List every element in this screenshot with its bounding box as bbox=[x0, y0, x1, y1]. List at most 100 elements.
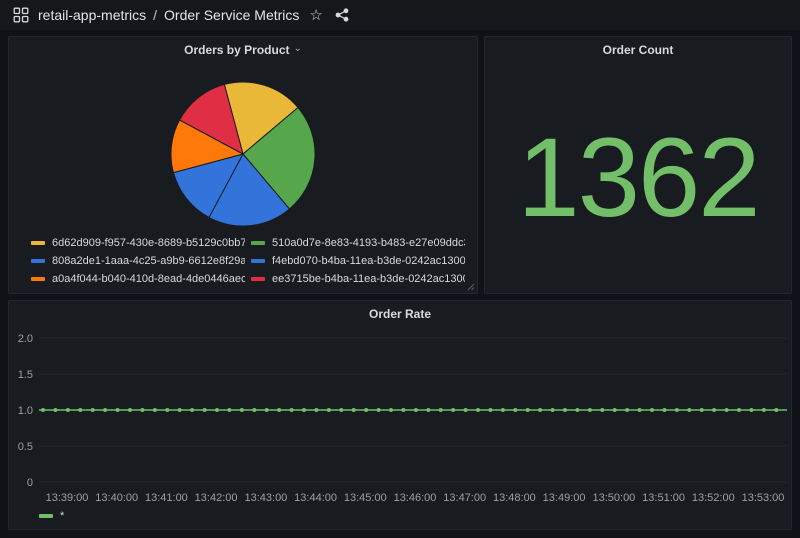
breadcrumb-dashboard-title[interactable]: Order Service Metrics bbox=[164, 7, 299, 23]
data-point bbox=[277, 408, 281, 412]
pie-legend-item[interactable]: f4ebd070-b4ba-11ea-b3de-0242ac130004 bbox=[251, 255, 465, 267]
x-axis-tick-label: 13:48:00 bbox=[493, 492, 536, 504]
data-point bbox=[563, 408, 567, 412]
data-point bbox=[91, 408, 95, 412]
data-point bbox=[352, 408, 356, 412]
data-point bbox=[476, 408, 480, 412]
data-point bbox=[240, 408, 244, 412]
data-point bbox=[53, 408, 57, 412]
pie-legend-item[interactable]: ee3715be-b4ba-11ea-b3de-0242ac130004 bbox=[251, 273, 465, 285]
data-point bbox=[103, 408, 107, 412]
data-point bbox=[588, 408, 592, 412]
data-point bbox=[762, 408, 766, 412]
star-icon[interactable]: ☆ bbox=[309, 8, 322, 23]
data-point bbox=[290, 408, 294, 412]
data-point bbox=[41, 408, 45, 412]
data-point bbox=[78, 408, 82, 412]
x-axis-tick-label: 13:46:00 bbox=[394, 492, 437, 504]
pie-chart bbox=[168, 79, 318, 229]
stat-wrap: 1362 bbox=[485, 63, 791, 293]
data-point bbox=[190, 408, 194, 412]
data-point bbox=[700, 408, 704, 412]
stat-value: 1362 bbox=[517, 122, 758, 234]
panel-title-text: Order Count bbox=[603, 43, 674, 57]
grafana-dashboard: retail-app-metrics / Order Service Metri… bbox=[0, 0, 800, 30]
time-series-chart: 00.51.01.52.013:39:0013:40:0013:41:0013:… bbox=[9, 301, 791, 529]
y-axis-tick-label: 2.0 bbox=[18, 333, 33, 345]
x-axis-tick-label: 13:44:00 bbox=[294, 492, 337, 504]
legend-color-marker bbox=[251, 259, 265, 263]
legend-series-label: ee3715be-b4ba-11ea-b3de-0242ac130004 bbox=[272, 273, 465, 285]
x-axis-tick-label: 13:49:00 bbox=[543, 492, 586, 504]
pie-legend-item[interactable]: 510a0d7e-8e83-4193-b483-e27e09ddc34d bbox=[251, 237, 465, 249]
x-axis-tick-label: 13:41:00 bbox=[145, 492, 188, 504]
data-point bbox=[712, 408, 716, 412]
legend-color-marker bbox=[31, 241, 45, 245]
legend-color-marker bbox=[39, 514, 53, 518]
data-point bbox=[265, 408, 269, 412]
data-point bbox=[638, 408, 642, 412]
panel-order-count: Order Count 1362 bbox=[484, 36, 792, 294]
y-axis-tick-label: 1.5 bbox=[18, 369, 33, 381]
rate-legend-item[interactable]: * bbox=[39, 510, 64, 522]
data-point bbox=[675, 408, 679, 412]
pie-legend-item[interactable]: 808a2de1-1aaa-4c25-a9b9-6612e8f29a38 bbox=[31, 255, 245, 267]
pie-legend: 6d62d909-f957-430e-8689-b5129c0bb75e 510a… bbox=[31, 237, 465, 285]
data-point bbox=[451, 408, 455, 412]
legend-series-label: a0a4f044-b040-410d-8ead-4de0446aec7e bbox=[52, 273, 245, 285]
data-point bbox=[339, 408, 343, 412]
breadcrumb: retail-app-metrics / Order Service Metri… bbox=[38, 7, 299, 23]
panel-orders-by-product: Orders by Product ⌄ 6d62d909-f957-430e-8… bbox=[8, 36, 478, 294]
legend-color-marker bbox=[251, 277, 265, 281]
data-point bbox=[140, 408, 144, 412]
y-axis-tick-label: 1.0 bbox=[18, 405, 33, 417]
panel-order-rate: 00.51.01.52.013:39:0013:40:0013:41:0013:… bbox=[8, 300, 792, 530]
legend-series-label: * bbox=[60, 510, 64, 522]
share-nodes-icon bbox=[335, 8, 349, 22]
panel-title-text: Orders by Product bbox=[184, 43, 289, 57]
panel-title[interactable]: Order Count bbox=[485, 37, 791, 63]
data-point bbox=[227, 408, 231, 412]
panel-title[interactable]: Order Rate bbox=[9, 301, 791, 327]
data-point bbox=[66, 408, 70, 412]
legend-series-label: 6d62d909-f957-430e-8689-b5129c0bb75e bbox=[52, 237, 245, 249]
data-point bbox=[302, 408, 306, 412]
data-point bbox=[538, 408, 542, 412]
x-axis-tick-label: 13:50:00 bbox=[592, 492, 635, 504]
x-axis-tick-label: 13:42:00 bbox=[195, 492, 238, 504]
data-point bbox=[252, 408, 256, 412]
legend-series-label: f4ebd070-b4ba-11ea-b3de-0242ac130004 bbox=[272, 255, 465, 267]
data-point bbox=[625, 408, 629, 412]
data-point bbox=[749, 408, 753, 412]
x-axis-tick-label: 13:47:00 bbox=[443, 492, 486, 504]
data-point bbox=[600, 408, 604, 412]
data-point bbox=[613, 408, 617, 412]
panel-title[interactable]: Orders by Product ⌄ bbox=[9, 37, 477, 63]
x-axis-tick-label: 13:39:00 bbox=[46, 492, 89, 504]
y-axis-tick-label: 0.5 bbox=[18, 441, 33, 453]
panel-title-text: Order Rate bbox=[369, 307, 431, 321]
pie-legend-item[interactable]: a0a4f044-b040-410d-8ead-4de0446aec7e bbox=[31, 273, 245, 285]
data-point bbox=[327, 408, 331, 412]
share-icon[interactable] bbox=[335, 8, 349, 22]
data-point bbox=[414, 408, 418, 412]
data-point bbox=[774, 408, 778, 412]
data-point bbox=[377, 408, 381, 412]
data-point bbox=[426, 408, 430, 412]
data-point bbox=[737, 408, 741, 412]
pie-legend-item[interactable]: 6d62d909-f957-430e-8689-b5129c0bb75e bbox=[31, 237, 245, 249]
x-axis-tick-label: 13:52:00 bbox=[692, 492, 735, 504]
data-point bbox=[439, 408, 443, 412]
data-point bbox=[575, 408, 579, 412]
data-point bbox=[364, 408, 368, 412]
data-point bbox=[687, 408, 691, 412]
dashboards-grid-icon[interactable] bbox=[10, 4, 32, 26]
legend-series-label: 808a2de1-1aaa-4c25-a9b9-6612e8f29a38 bbox=[52, 255, 245, 267]
legend-color-marker bbox=[251, 241, 265, 245]
data-point bbox=[389, 408, 393, 412]
data-point bbox=[401, 408, 405, 412]
breadcrumb-folder[interactable]: retail-app-metrics bbox=[38, 7, 146, 23]
data-point bbox=[650, 408, 654, 412]
panel-resize-handle[interactable] bbox=[466, 282, 475, 291]
data-point bbox=[203, 408, 207, 412]
